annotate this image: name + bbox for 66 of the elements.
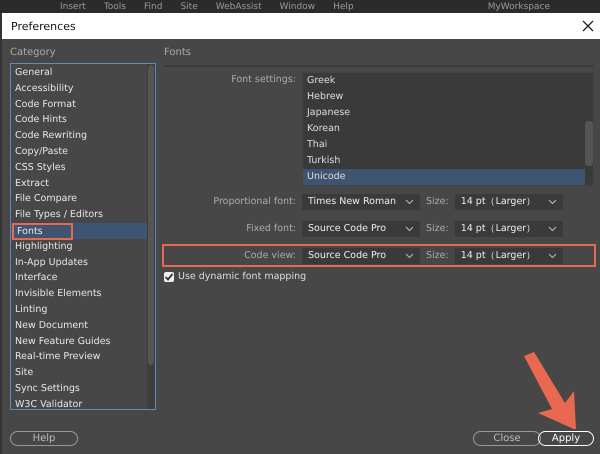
field-label: Size: xyxy=(425,223,450,234)
chevron-icon xyxy=(548,198,557,204)
menu-item[interactable]: WebAssist xyxy=(216,2,262,12)
category-item[interactable]: Copy/Paste xyxy=(11,144,147,160)
window-title: Preferences xyxy=(11,20,76,32)
font-dropdown[interactable]: Times New Roman xyxy=(302,194,420,210)
font-settings-item[interactable]: Hebrew xyxy=(303,89,585,105)
font-dropdown[interactable]: Source Code Pro xyxy=(302,248,420,264)
apply-button[interactable]: Apply xyxy=(538,431,594,446)
category-item[interactable]: Code Format xyxy=(11,96,147,112)
size-dropdown[interactable]: 14 pt（Larger） xyxy=(454,248,563,264)
workspace-switcher[interactable]: MyWorkspace xyxy=(488,2,550,12)
close-icon[interactable] xyxy=(582,20,594,32)
category-item[interactable]: Code Rewriting xyxy=(11,128,147,144)
category-item[interactable]: Extract xyxy=(11,176,147,192)
category-item[interactable]: Real-time Preview xyxy=(11,349,147,366)
chevron-icon xyxy=(548,226,557,232)
font-settings-item[interactable]: Korean xyxy=(303,121,585,137)
chevron-icon xyxy=(405,226,414,232)
checkbox-icon[interactable] xyxy=(164,272,174,282)
chevron-icon xyxy=(405,252,414,258)
category-item[interactable]: CSS Styles xyxy=(11,160,147,176)
chevron-icon xyxy=(405,198,414,204)
help-button[interactable]: Help xyxy=(10,431,78,446)
menu-item[interactable]: Site xyxy=(180,2,198,12)
chevron-icon xyxy=(548,252,557,258)
scrollbar[interactable] xyxy=(147,64,155,409)
field-label: Fixed font: xyxy=(245,223,297,234)
font-settings-item[interactable]: Unicode xyxy=(303,169,585,185)
category-item[interactable]: Highlighting xyxy=(11,238,147,255)
category-item[interactable]: New Document xyxy=(11,318,147,334)
category-heading: Category xyxy=(10,47,57,60)
font-settings-item[interactable]: Greek xyxy=(303,73,585,89)
size-dropdown[interactable]: 14 pt（Larger） xyxy=(454,220,563,236)
category-item[interactable]: New Feature Guides xyxy=(11,334,147,350)
font-settings-item[interactable]: Japanese xyxy=(303,105,585,121)
menu-item[interactable]: Find xyxy=(144,2,162,12)
category-item[interactable]: In-App Updates xyxy=(11,254,147,270)
field-label: Code view: xyxy=(243,250,297,261)
dynamic-mapping-checkbox[interactable]: Use dynamic font mapping xyxy=(164,271,594,282)
category-item[interactable]: W3C Validator xyxy=(11,396,147,409)
font-dropdown[interactable]: Source Code Pro xyxy=(302,220,420,236)
field-label: Font settings: xyxy=(230,73,297,85)
menu-item[interactable]: Insert xyxy=(60,2,86,12)
menu-item[interactable]: Help xyxy=(333,2,354,12)
category-item[interactable]: General xyxy=(11,65,147,81)
size-dropdown[interactable]: 14 pt（Larger） xyxy=(454,194,563,210)
field-label: Size: xyxy=(425,196,450,207)
menu-item[interactable]: Tools xyxy=(104,2,126,12)
category-item[interactable]: Fonts xyxy=(11,222,147,239)
category-item[interactable]: Invisible Elements xyxy=(11,286,147,302)
font-settings-item[interactable]: Thai xyxy=(303,137,585,153)
category-item[interactable]: File Compare xyxy=(11,191,147,208)
field-label: Proportional font: xyxy=(212,196,297,207)
panel-heading: Fonts xyxy=(164,47,192,60)
category-item[interactable]: Site xyxy=(11,365,147,381)
category-item[interactable]: Accessibility xyxy=(11,80,147,97)
font-settings-item[interactable]: Turkish xyxy=(303,153,585,169)
category-item[interactable]: Linting xyxy=(11,302,147,318)
category-item[interactable]: Sync Settings xyxy=(11,380,147,397)
category-item[interactable]: File Types / Editors xyxy=(11,207,147,223)
category-item[interactable]: Code Hints xyxy=(11,112,147,128)
close-button[interactable]: Close xyxy=(473,431,541,446)
field-label: Size: xyxy=(425,250,450,261)
category-item[interactable]: Interface xyxy=(11,270,147,286)
menu-item[interactable]: Window xyxy=(280,2,316,12)
